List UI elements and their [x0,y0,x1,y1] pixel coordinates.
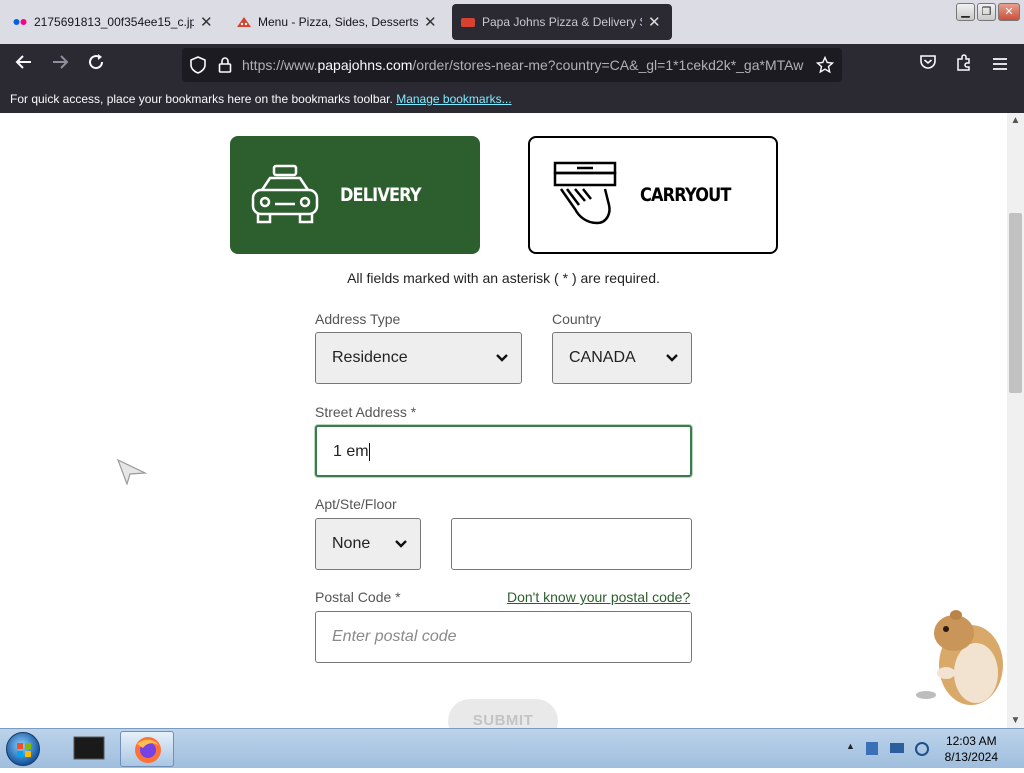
street-address-label: Street Address * [315,404,417,420]
country-label: Country [552,311,602,327]
extensions-icon[interactable] [952,53,976,77]
system-tray: ▲ 12:03 AM 8/13/2024 [840,729,1024,769]
address-type-value: Residence [332,349,408,366]
country-value: CANADA [569,349,636,366]
apt-type-select[interactable]: None [315,518,421,570]
bookmarks-toolbar: For quick access, place your bookmarks h… [0,86,1024,113]
firefox-icon [135,737,161,763]
menu-icon[interactable] [988,53,1012,77]
chevron-down-icon [394,519,408,569]
minimize-icon[interactable]: ▁ [956,3,975,21]
taskbar: ▲ 12:03 AM 8/13/2024 [0,728,1024,768]
tab-label: Papa Johns Pizza & Delivery Sto [482,15,642,29]
carryout-label: CARRYOUT [640,184,731,206]
taskbar-app[interactable] [62,731,116,767]
tab-label: Menu - Pizza, Sides, Desserts & [258,15,418,29]
tab-menu[interactable]: Menu - Pizza, Sides, Desserts & ✕ [228,4,445,40]
postal-code-label: Postal Code * [315,589,401,605]
chevron-down-icon [665,333,679,383]
navigation-bar: https://www.papajohns.com/order/stores-n… [0,44,1024,86]
scroll-up-icon[interactable]: ▲ [1007,115,1024,126]
pizza-icon [236,15,252,29]
scroll-down-icon[interactable]: ▼ [1007,715,1024,726]
postal-code-help-link[interactable]: Don't know your postal code? [507,589,690,605]
close-window-icon[interactable]: ✕ [998,3,1020,21]
manage-bookmarks-link[interactable]: Manage bookmarks... [396,92,511,106]
show-hidden-icons-icon[interactable]: ▲ [846,741,855,751]
pizza-box-hand-icon [530,138,640,252]
window-controls: ▁ ❐ ✕ [956,3,1020,21]
street-address-input[interactable]: 1 em [315,425,692,477]
apt-number-input[interactable] [451,518,692,570]
close-tab-icon[interactable]: ✕ [200,13,213,31]
chevron-down-icon [495,333,509,383]
submit-button[interactable]: SUBMIT [448,699,558,728]
page-scrollbar[interactable]: ▲ ▼ [1007,113,1024,728]
address-type-label: Address Type [315,311,401,327]
scroll-thumb[interactable] [1009,213,1022,393]
flickr-icon [12,15,28,29]
tray-icons[interactable] [864,739,934,759]
url-text[interactable]: https://www.papajohns.com/order/stores-n… [242,48,807,82]
forward-icon[interactable] [48,53,72,77]
close-tab-icon[interactable]: ✕ [424,13,437,31]
papajohns-icon [460,15,476,29]
clock-date: 8/13/2024 [944,750,998,764]
terminal-icon [73,736,105,760]
pocket-icon[interactable] [916,53,940,77]
reload-icon[interactable] [84,53,108,77]
clock-time: 12:03 AM [945,734,997,748]
start-button[interactable] [6,732,40,766]
text-caret [368,442,370,461]
apt-type-value: None [332,535,371,552]
delivery-option[interactable]: DELIVERY [230,136,480,254]
required-fields-note: All fields marked with an asterisk ( * )… [347,270,660,286]
bookmarks-hint: For quick access, place your bookmarks h… [10,92,393,106]
restore-icon[interactable]: ❐ [977,3,996,21]
address-bar[interactable]: https://www.papajohns.com/order/stores-n… [182,48,842,82]
close-tab-icon[interactable]: ✕ [648,13,661,31]
tab-store-locator[interactable]: Papa Johns Pizza & Delivery Sto ✕ [452,4,672,40]
tracking-protection-icon[interactable] [190,56,206,79]
taskbar-firefox[interactable] [120,731,174,767]
postal-code-input[interactable]: Enter postal code [315,611,692,663]
delivery-label: DELIVERY [340,184,422,206]
clock[interactable]: 12:03 AM 8/13/2024 [945,733,998,765]
tab-label: 2175691813_00f354ee15_c.jpg ( [34,15,194,29]
page-content: DELIVERY CARRYOUT All fields marked with… [0,113,1007,728]
windows-logo-icon [17,743,31,757]
car-icon [230,136,340,254]
carryout-option[interactable]: CARRYOUT [528,136,778,254]
mouse-cursor-icon [116,458,148,490]
country-select[interactable]: CANADA [552,332,692,384]
postal-code-placeholder: Enter postal code [332,628,457,645]
bookmark-star-icon[interactable] [815,55,835,79]
back-icon[interactable] [12,53,36,77]
apt-label: Apt/Ste/Floor [315,496,397,512]
address-type-select[interactable]: Residence [315,332,522,384]
hamster-image [916,603,1006,716]
lock-icon[interactable] [218,56,232,79]
street-address-value: 1 em [333,443,369,460]
tab-bar: 2175691813_00f354ee15_c.jpg ( ✕ Menu - P… [0,0,1024,44]
tab-image[interactable]: 2175691813_00f354ee15_c.jpg ( ✕ [4,4,221,40]
